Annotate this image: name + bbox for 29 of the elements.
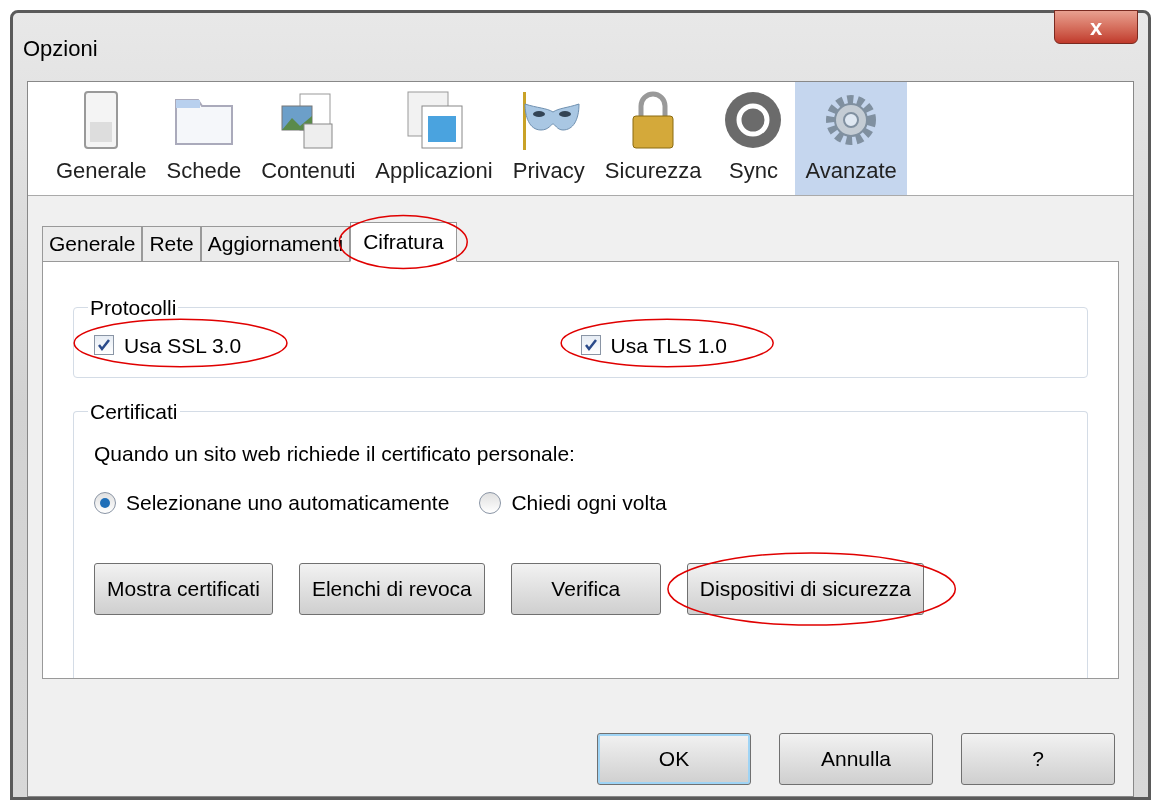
category-tab[interactable]: Contenuti	[251, 82, 366, 195]
category-tab[interactable]: Applicazioni	[365, 82, 503, 195]
category-tab[interactable]: Schede	[156, 82, 252, 195]
checkbox-label: Usa SSL 3.0	[124, 332, 242, 359]
tab[interactable]: Generale	[42, 226, 143, 262]
category-tab[interactable]: Sync	[711, 82, 796, 195]
category-tab[interactable]: Avanzate	[795, 82, 907, 195]
dialog-button[interactable]: ?	[961, 733, 1115, 785]
tab[interactable]: Rete	[142, 226, 201, 262]
radio-option[interactable]: Chiedi ogni volta	[479, 487, 667, 519]
checkbox-label: Usa TLS 1.0	[610, 332, 727, 359]
category-tab[interactable]: Generale	[46, 82, 157, 195]
prompt-text: Quando un sito web richiede il certificato personale:	[94, 440, 576, 467]
category-tab[interactable]: Sicurezza	[594, 82, 712, 195]
close-button[interactable]: x	[1054, 10, 1138, 44]
action-button[interactable]: Elenchi di revoca	[298, 562, 485, 615]
radio-label: Chiedi ogni volta	[511, 490, 667, 516]
action-button[interactable]: Dispositivi di sicurezza	[686, 562, 925, 615]
tab[interactable]: Cifratura	[350, 222, 457, 262]
window-title: Opzioni	[23, 34, 98, 63]
group-title: Certificati	[89, 399, 179, 425]
group-title: Protocolli	[89, 295, 178, 321]
radio-label: Selezionane uno automaticamente	[126, 490, 450, 516]
action-button[interactable]: Mostra certificati	[94, 562, 273, 615]
radio-option[interactable]: Selezionane uno automaticamente	[94, 487, 450, 519]
category-tab[interactable]: Privacy	[502, 82, 595, 195]
dialog-button[interactable]: OK	[597, 733, 751, 785]
action-button[interactable]: Verifica	[510, 562, 661, 615]
dialog-button[interactable]: Annulla	[779, 733, 933, 785]
